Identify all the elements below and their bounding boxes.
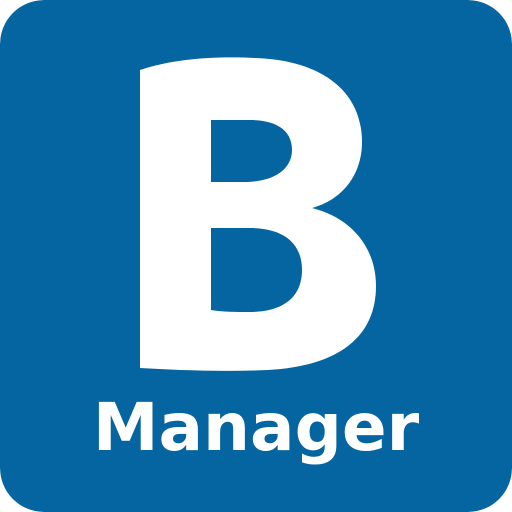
app-icon[interactable]: Manager [0,0,512,512]
app-label: Manager [92,389,420,466]
